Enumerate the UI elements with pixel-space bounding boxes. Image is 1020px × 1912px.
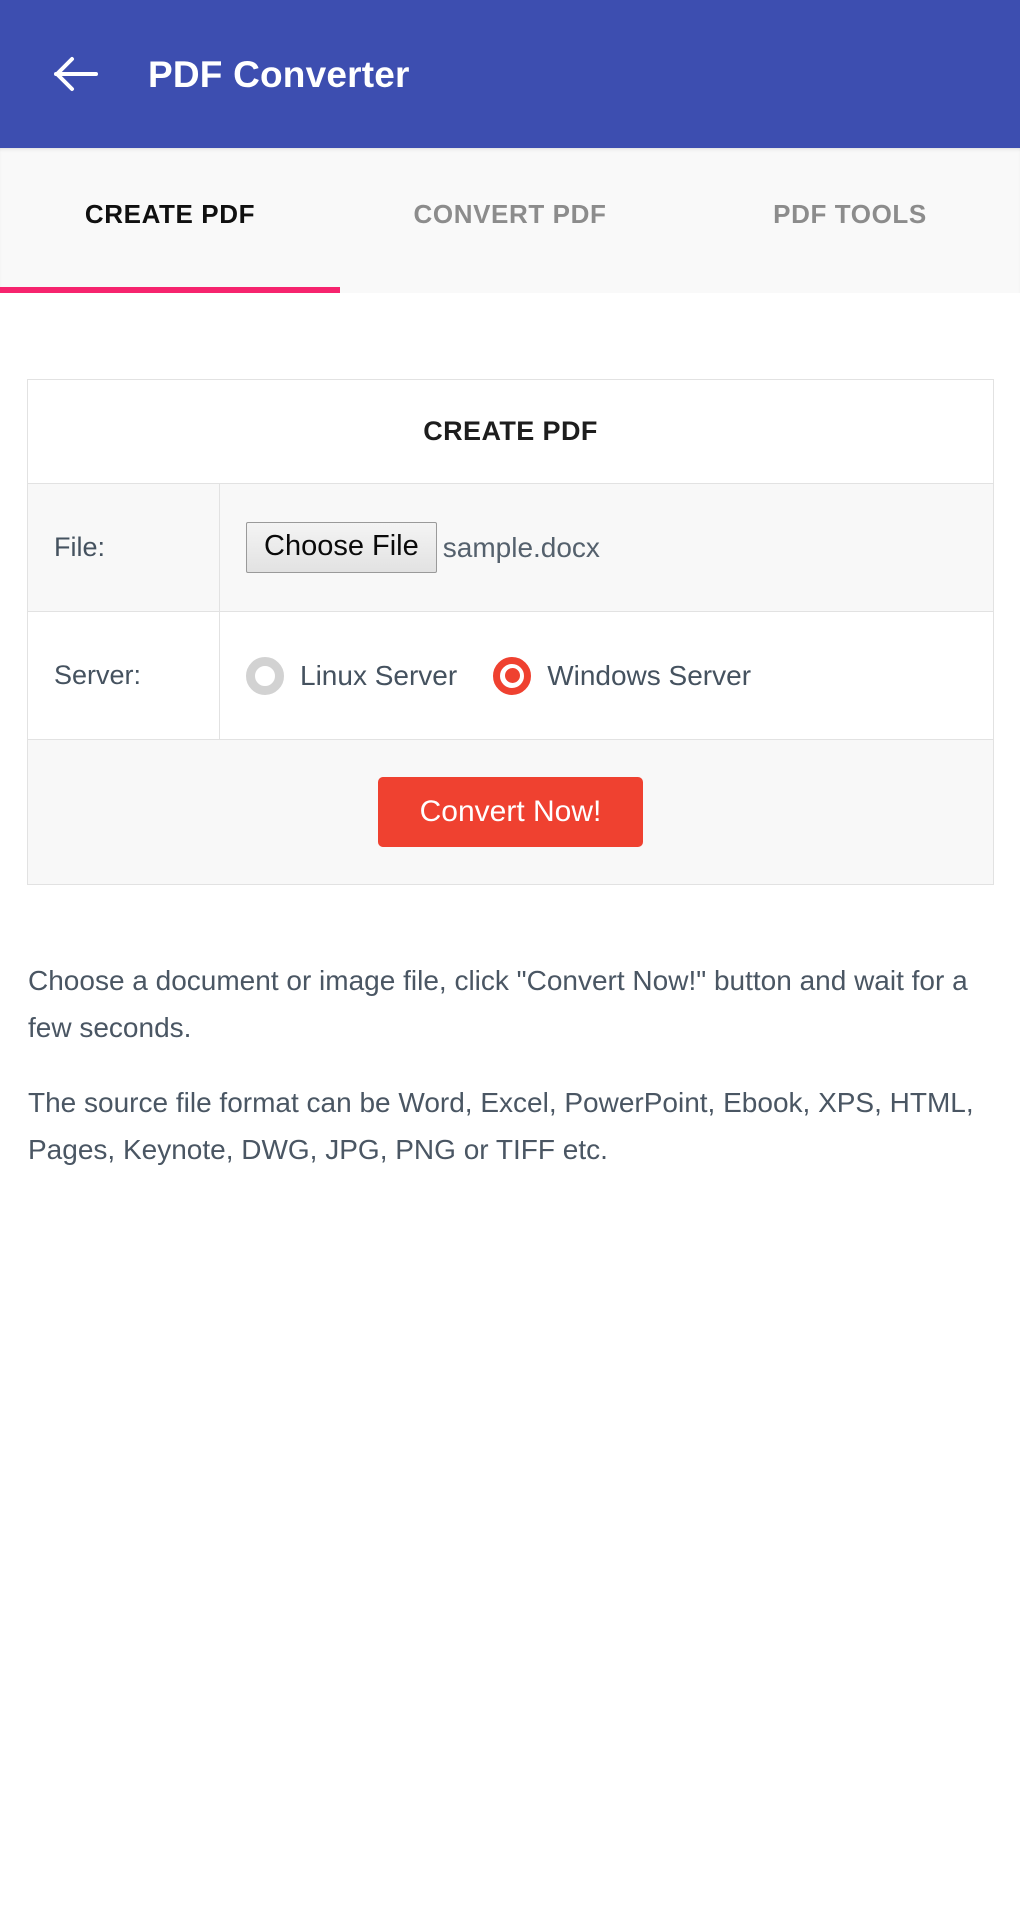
app-bar: PDF Converter bbox=[0, 0, 1020, 148]
form-row-file: File: Choose File sample.docx bbox=[28, 484, 993, 612]
help-paragraph-2: The source file format can be Word, Exce… bbox=[28, 1087, 974, 1166]
tab-label: CREATE PDF bbox=[84, 199, 256, 229]
form-row-server: Server: Linux Server Windows Server bbox=[28, 612, 993, 740]
radio-label: Linux Server bbox=[300, 659, 458, 691]
arrow-left-icon bbox=[53, 54, 99, 94]
back-button[interactable] bbox=[40, 38, 112, 110]
create-pdf-form-card: CREATE PDF File: Choose File sample.docx… bbox=[27, 379, 994, 885]
server-radio-group: Linux Server Windows Server bbox=[246, 656, 752, 695]
tab-pdf-tools[interactable]: PDF TOOLS bbox=[680, 148, 1020, 293]
tab-create-pdf[interactable]: CREATE PDF bbox=[0, 148, 340, 293]
server-field-cell: Linux Server Windows Server bbox=[220, 612, 993, 739]
help-text-block: Choose a document or image file, click "… bbox=[0, 957, 1020, 1173]
radio-unchecked-icon[interactable] bbox=[246, 656, 284, 695]
radio-checked-icon[interactable] bbox=[493, 656, 532, 695]
file-input-control[interactable]: Choose File sample.docx bbox=[246, 522, 600, 573]
choose-file-button[interactable]: Choose File bbox=[246, 522, 437, 573]
radio-label: Windows Server bbox=[547, 659, 752, 691]
radio-option-linux-server[interactable]: Linux Server bbox=[246, 656, 458, 695]
active-tab-indicator bbox=[0, 287, 340, 293]
tab-label: CONVERT PDF bbox=[413, 199, 607, 229]
app-screen: PDF Converter CREATE PDF CONVERT PDF PDF… bbox=[0, 0, 1020, 1912]
file-label: File: bbox=[28, 484, 220, 611]
tab-bar: CREATE PDF CONVERT PDF PDF TOOLS bbox=[0, 148, 1020, 293]
app-title: PDF Converter bbox=[148, 53, 410, 95]
form-title: CREATE PDF bbox=[28, 380, 993, 484]
selected-file-name: sample.docx bbox=[442, 531, 600, 563]
radio-option-windows-server[interactable]: Windows Server bbox=[493, 656, 752, 695]
help-paragraph-1: Choose a document or image file, click "… bbox=[28, 965, 968, 1044]
tab-convert-pdf[interactable]: CONVERT PDF bbox=[340, 148, 680, 293]
file-field-cell: Choose File sample.docx bbox=[220, 484, 993, 611]
form-row-submit: Convert Now! bbox=[28, 740, 993, 884]
tab-label: PDF TOOLS bbox=[773, 199, 927, 229]
main-content: CREATE PDF File: Choose File sample.docx… bbox=[0, 379, 1020, 1174]
server-label: Server: bbox=[28, 612, 220, 739]
convert-now-button[interactable]: Convert Now! bbox=[377, 777, 644, 847]
